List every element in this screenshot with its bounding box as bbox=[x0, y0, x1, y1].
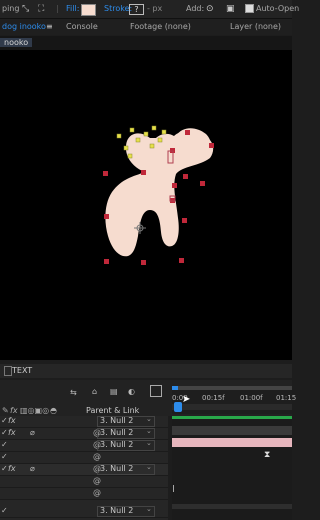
parent-value: 3. Null 2 bbox=[100, 416, 134, 425]
layer-list: ✓ fx 3. Null 2 ⌄ ✓ fx ⌀ @ 3. Null 2 ⌄ ✓ … bbox=[0, 415, 168, 520]
pickwhip-icon[interactable]: ⌀ bbox=[30, 464, 35, 473]
chevron-down-icon[interactable]: ⌄ bbox=[146, 439, 152, 447]
viewer-canvas[interactable] bbox=[0, 50, 292, 360]
table-row[interactable]: ✓ fx ⌀ @ 3. Null 2 ⌄ bbox=[0, 427, 168, 440]
check-icon[interactable]: ✓ bbox=[1, 452, 8, 461]
layer-bar-pink[interactable] bbox=[172, 438, 292, 447]
stroke-swatch[interactable]: ? bbox=[129, 4, 144, 15]
add-icon[interactable]: ⊙ bbox=[206, 4, 214, 14]
mouse-cursor-icon: ➤ bbox=[182, 394, 191, 405]
work-area-green-bar bbox=[172, 416, 292, 419]
fill-label[interactable]: Fill: bbox=[66, 4, 79, 13]
fx-icon[interactable]: fx bbox=[8, 416, 16, 425]
check-icon[interactable]: ✓ bbox=[1, 464, 8, 473]
check-icon[interactable]: ✓ bbox=[1, 440, 8, 449]
graph-switch-icon[interactable]: ⇆ bbox=[70, 388, 77, 397]
timeline-header: TEXT bbox=[0, 364, 292, 378]
panel-tabs: dog inooko ≡ Console Footage (none) Laye… bbox=[0, 19, 292, 35]
keyframe-icon[interactable]: ⧗ bbox=[264, 450, 270, 460]
graph-editor-icon[interactable] bbox=[150, 385, 162, 397]
breadcrumb-item[interactable]: nooko bbox=[0, 38, 33, 47]
table-row[interactable]: ✓ @ 3. Null 2 ⌄ bbox=[0, 439, 168, 452]
layer-bar[interactable] bbox=[172, 426, 292, 435]
switches-icons: ▥◎▣◎ bbox=[20, 406, 50, 415]
shy-icon[interactable]: ✎ bbox=[2, 406, 9, 415]
fill-swatch[interactable] bbox=[81, 4, 96, 16]
layer-bars[interactable]: ⧗ I bbox=[172, 416, 292, 520]
adjust-icon: ◓ bbox=[50, 406, 57, 415]
table-row[interactable]: ✓ fx ⌀ @ 3. Null 2 ⌄ bbox=[0, 463, 168, 476]
chevron-down-icon[interactable]: ⌄ bbox=[146, 415, 152, 423]
table-row[interactable]: ✓ @ bbox=[0, 452, 168, 464]
toolbar: ping ⤡ ⛶ | Fill: Stroke: ? - px Add: ⊙ ▣… bbox=[0, 0, 299, 19]
work-area-start[interactable] bbox=[172, 386, 178, 390]
panel-menu-icon[interactable]: ≡ bbox=[46, 22, 53, 31]
snapping-label: ping bbox=[2, 4, 20, 13]
fx-icon[interactable]: fx bbox=[8, 428, 16, 437]
timeline-toolbar: ⇆ ⌂ ▤ ◐ ✎ fx ▥◎▣◎ ◓ Parent & Link 0:00 0… bbox=[0, 380, 296, 416]
chevron-down-icon[interactable]: ⌄ bbox=[146, 505, 152, 513]
motion-blur-icon[interactable]: ◐ bbox=[128, 387, 135, 396]
check-icon[interactable]: ✓ bbox=[1, 506, 8, 515]
text-cursor-icon: I bbox=[172, 484, 175, 495]
table-row[interactable]: ✓ 3. Null 2 ⌄ bbox=[0, 505, 168, 518]
tab-footage[interactable]: Footage (none) bbox=[130, 22, 191, 31]
layer-bar[interactable] bbox=[172, 504, 292, 509]
tab-console[interactable]: Console bbox=[66, 22, 98, 31]
pickwhip-icon[interactable]: ⌀ bbox=[30, 428, 35, 437]
breadcrumb: nooko bbox=[0, 36, 292, 50]
composition-viewer[interactable] bbox=[0, 50, 292, 360]
auto-open-checkbox[interactable] bbox=[245, 4, 254, 13]
chevron-down-icon[interactable]: ⌄ bbox=[146, 427, 152, 435]
check-icon[interactable]: ✓ bbox=[1, 416, 8, 425]
add-label[interactable]: Add: bbox=[186, 4, 204, 13]
spiral-icon[interactable]: @ bbox=[93, 452, 101, 461]
snap-options-icon[interactable]: ⛶ bbox=[38, 4, 44, 14]
parent-value: 3. Null 2 bbox=[100, 440, 134, 449]
fx-header: fx bbox=[10, 406, 18, 415]
table-row[interactable]: @ bbox=[0, 476, 168, 488]
parent-value: 3. Null 2 bbox=[100, 506, 134, 515]
spiral-icon[interactable]: @ bbox=[93, 488, 101, 497]
table-row[interactable]: ✓ fx 3. Null 2 ⌄ bbox=[0, 415, 168, 428]
check-icon[interactable]: ✓ bbox=[1, 428, 8, 437]
lock-icon[interactable]: ▣ bbox=[226, 4, 235, 14]
parent-link-header: Parent & Link bbox=[86, 406, 140, 415]
spiral-icon[interactable]: @ bbox=[93, 476, 101, 485]
parent-value: 3. Null 2 bbox=[100, 428, 134, 437]
parent-value: 3. Null 2 bbox=[100, 464, 134, 473]
tick-1: 00:15f bbox=[202, 394, 225, 402]
stroke-label[interactable]: Stroke: bbox=[104, 4, 132, 13]
timeline-tab-label[interactable]: TEXT bbox=[12, 366, 32, 375]
tick-3: 01:15 bbox=[276, 394, 297, 402]
stroke-width[interactable]: - px bbox=[147, 4, 162, 13]
fx-icon[interactable]: fx bbox=[8, 464, 16, 473]
tick-2: 01:00f bbox=[240, 394, 263, 402]
chevron-down-icon[interactable]: ⌄ bbox=[146, 463, 152, 471]
comp-flowchart-icon[interactable]: ⌂ bbox=[92, 387, 97, 396]
time-ruler[interactable]: 0:00 00:15f 01:00f 01:15 ➤ bbox=[172, 386, 296, 414]
tab-composition[interactable]: dog inooko bbox=[2, 22, 46, 31]
auto-open-label: Auto-Open bbox=[256, 4, 300, 13]
playhead[interactable] bbox=[174, 402, 182, 412]
work-area-bar[interactable] bbox=[172, 386, 292, 390]
table-row[interactable]: @ bbox=[0, 488, 168, 500]
draft-3d-icon[interactable]: ▤ bbox=[110, 387, 118, 396]
separator: | bbox=[56, 4, 59, 13]
tab-layer[interactable]: Layer (none) bbox=[230, 22, 281, 31]
snap-icon[interactable]: ⤡ bbox=[22, 4, 29, 14]
